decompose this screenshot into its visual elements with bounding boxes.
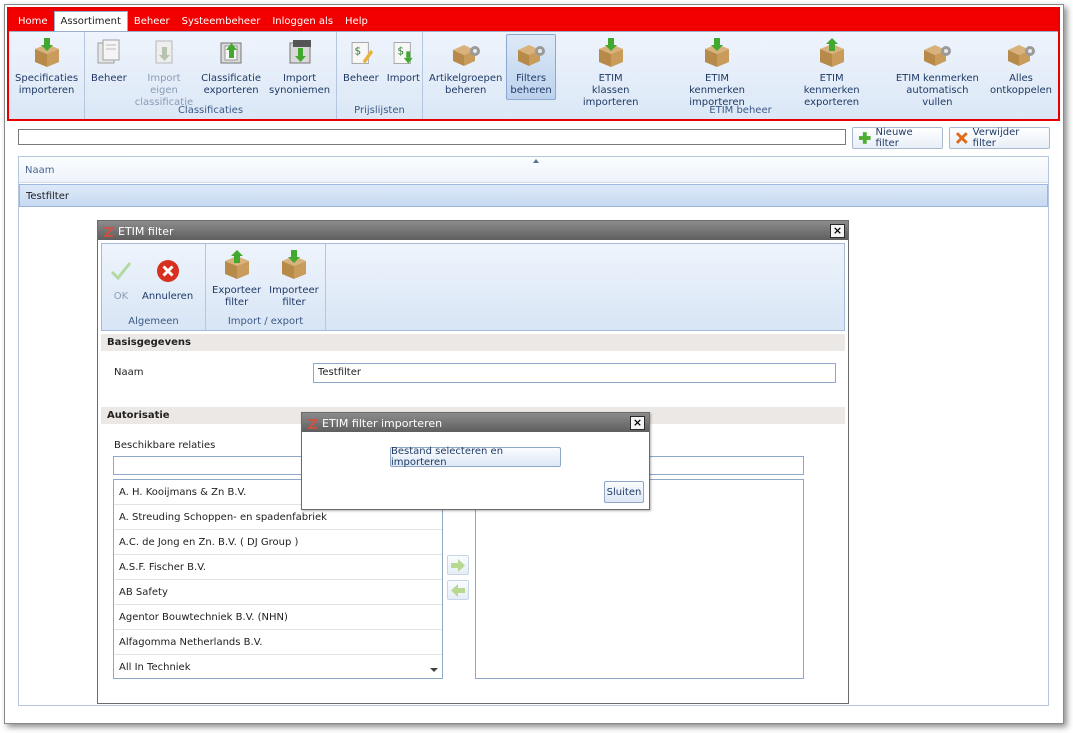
name-label: Naam <box>114 367 144 378</box>
arrow-left-icon <box>451 584 465 597</box>
etim-filter-importeren-dialog: ETIM filter importeren × Bestand selecte… <box>301 412 650 510</box>
etim-filter-ribbon: OK Annuleren Algemeen Exporteer filter I… <box>101 243 845 331</box>
prijslijsten-import-button[interactable]: $ Import <box>383 34 424 88</box>
document-export-icon <box>220 42 242 64</box>
document-import-icon <box>155 40 173 64</box>
box-gear-icon <box>1007 45 1035 66</box>
ribbon: Home Assortiment Beheer Systeembeheer In… <box>7 7 1060 121</box>
box-import-icon <box>598 38 623 67</box>
etim-kenmerken-exporteren-button[interactable]: ETIM kenmerken exporteren <box>774 34 888 112</box>
filter-search-input[interactable] <box>18 129 846 145</box>
list-item[interactable]: All In Techniek <box>114 655 442 678</box>
list-item[interactable]: A.S.F. Fischer B.V. <box>114 555 442 580</box>
prijslijsten-beheer-button[interactable]: $ Beheer <box>339 34 383 88</box>
app-logo-icon <box>307 418 318 429</box>
classificatie-beheer-button[interactable]: Beheer <box>87 34 131 88</box>
arrow-right-icon <box>451 559 465 572</box>
group-label-prijslijsten: Prijslijsten <box>354 105 405 116</box>
box-export-icon <box>224 250 249 279</box>
specificaties-importeren-button[interactable]: Specificaties importeren <box>11 34 82 100</box>
beschikbare-relaties-label: Beschikbare relaties <box>114 440 216 451</box>
tab-systeembeheer[interactable]: Systeembeheer <box>176 13 267 31</box>
import-eigen-classificatie-button[interactable]: Import eigen classificatie <box>131 34 197 112</box>
ribbon-tabbar: Home Assortiment Beheer Systeembeheer In… <box>9 9 1058 31</box>
delete-x-icon <box>955 132 968 144</box>
filters-beheren-button[interactable]: Filters beheren <box>506 34 556 100</box>
box-gear-icon <box>452 45 480 66</box>
section-basisgegevens: Basisgegevens <box>101 334 845 351</box>
import-synoniemen-button[interactable]: Import synoniemen <box>265 34 334 100</box>
box-import-icon <box>705 38 730 67</box>
ok-button[interactable]: OK <box>104 252 138 306</box>
move-right-button[interactable] <box>447 555 469 575</box>
box-gear-icon <box>924 45 952 66</box>
checkmark-icon <box>110 262 132 281</box>
alles-ontkoppelen-button[interactable]: Alles ontkoppelen <box>986 34 1056 100</box>
etim-automatisch-vullen-button[interactable]: ETIM kenmerken automatisch vullen <box>889 34 986 112</box>
group-prijslijsten: $ Beheer $ Import Prijslijsten <box>337 32 423 119</box>
list-item[interactable]: Agentor Bouwtechniek B.V. (NHN) <box>114 605 442 630</box>
group-label-algemeen: Algemeen <box>128 316 179 327</box>
classificatie-exporteren-button[interactable]: Classificatie exporteren <box>197 34 265 100</box>
new-filter-button[interactable]: Nieuwe filter <box>852 127 943 149</box>
cancel-icon <box>156 260 179 282</box>
documents-icon <box>97 39 120 64</box>
etim-klassen-importeren-button[interactable]: ETIM klassen importeren <box>562 34 660 112</box>
etim-kenmerken-importeren-button[interactable]: ETIM kenmerken importeren <box>660 34 775 112</box>
tab-home[interactable]: Home <box>12 13 54 31</box>
svg-text:$: $ <box>398 46 405 58</box>
tab-inloggen-als[interactable]: Inloggen als <box>266 13 339 31</box>
import-dialog-titlebar[interactable]: ETIM filter importeren <box>302 413 649 432</box>
tab-help[interactable]: Help <box>339 13 374 31</box>
close-icon[interactable]: × <box>830 224 845 238</box>
group-etim-beheer: Artikelgroepen beheren Filters beheren E… <box>423 32 1058 119</box>
importeer-filter-button[interactable]: Importeer filter <box>265 246 323 312</box>
close-icon[interactable]: × <box>630 416 645 430</box>
exporteer-filter-button[interactable]: Exporteer filter <box>208 246 265 312</box>
sort-ascending-icon <box>533 159 539 163</box>
table-row[interactable]: Testfilter <box>19 184 1048 207</box>
pricelist-import-icon: $ <box>394 42 414 64</box>
list-item[interactable]: AB Safety <box>114 580 442 605</box>
ribbon-body: Specificaties importeren Beheer Import e… <box>9 31 1058 119</box>
list-item[interactable]: A.C. de Jong en Zn. B.V. ( DJ Group ) <box>114 530 442 555</box>
tab-assortiment[interactable]: Assortiment <box>53 11 128 31</box>
group-algemeen: OK Annuleren Algemeen <box>102 244 206 330</box>
annuleren-button[interactable]: Annuleren <box>138 252 197 306</box>
group-import-export: Exporteer filter Importeer filter Import… <box>206 244 326 330</box>
sluiten-button[interactable]: Sluiten <box>604 481 644 503</box>
group-label-import-export: Import / export <box>227 316 304 327</box>
box-export-icon <box>819 38 844 67</box>
scroll-down-icon[interactable] <box>430 668 438 672</box>
pricelist-edit-icon: $ <box>351 42 374 64</box>
delete-filter-button[interactable]: Verwijder filter <box>949 127 1050 149</box>
box-import-icon <box>34 38 59 67</box>
move-left-button[interactable] <box>447 580 469 600</box>
grid-column-header-naam[interactable]: Naam <box>19 157 1048 183</box>
box-import-icon <box>281 250 306 279</box>
group-specificaties: Specificaties importeren <box>9 32 85 119</box>
synonym-import-icon <box>289 40 311 64</box>
plus-icon <box>858 132 871 144</box>
svg-text:$: $ <box>354 46 361 58</box>
name-field[interactable]: Testfilter <box>313 363 836 383</box>
list-item[interactable]: Alfagomma Netherlands B.V. <box>114 630 442 655</box>
artikelgroepen-beheren-button[interactable]: Artikelgroepen beheren <box>425 34 506 100</box>
tab-beheer[interactable]: Beheer <box>128 13 176 31</box>
group-classificaties: Beheer Import eigen classificatie Classi… <box>85 32 337 119</box>
app-logo-icon <box>103 226 114 237</box>
box-gear-icon <box>518 45 546 66</box>
group-label-classificaties: Classificaties <box>177 105 244 116</box>
bestand-selecteren-button[interactable]: Bestand selecteren en importeren <box>390 446 561 468</box>
etim-filter-dialog-titlebar[interactable]: ETIM filter <box>98 221 848 240</box>
group-label-etim-beheer: ETIM beheer <box>709 105 772 116</box>
